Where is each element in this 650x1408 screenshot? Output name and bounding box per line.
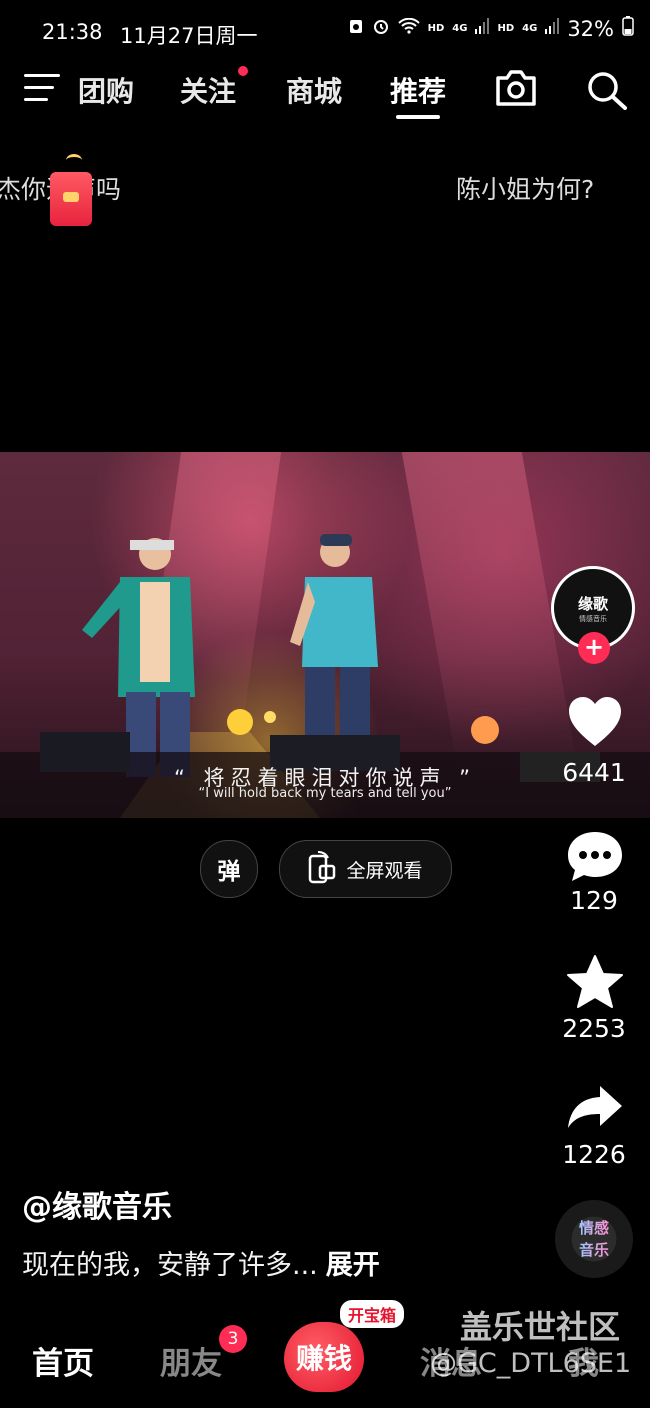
share-count: 1226 <box>562 1140 626 1169</box>
comment-count: 129 <box>570 886 618 915</box>
rotate-screen-icon <box>308 850 336 889</box>
avatar-subtitle: 情感音乐 <box>579 614 607 623</box>
post-caption: 现在的我，安静了许多... 展开 <box>22 1243 380 1282</box>
favorite-count: 2253 <box>562 1014 626 1043</box>
network-label: 4G <box>452 23 468 34</box>
active-tab-indicator <box>396 115 440 119</box>
network-label: 4G <box>522 23 538 34</box>
avatar-title: 缘歌 <box>577 594 608 613</box>
comment-icon[interactable] <box>566 830 624 886</box>
camera-icon[interactable] <box>494 68 538 112</box>
expand-link[interactable]: 展开 <box>326 1250 380 1281</box>
battery-percent: 32% <box>567 16 614 41</box>
fullscreen-button[interactable]: 全屏观看 <box>279 840 452 898</box>
like-count: 6441 <box>562 758 626 787</box>
status-time: 21:38 <box>42 20 103 44</box>
music-disc-label: 情感 <box>578 1219 609 1237</box>
trending-topic-right[interactable]: 陈小姐为何? <box>456 170 594 206</box>
alarm-icon <box>372 17 390 40</box>
red-envelope-icon[interactable] <box>50 172 92 226</box>
wifi-icon <box>397 17 420 39</box>
watermark-title: 盖乐世社区 <box>460 1308 621 1346</box>
status-icons: HD 4G HD 4G 32% <box>348 16 634 41</box>
tab-recommend[interactable]: 推荐 <box>390 70 446 110</box>
author-name[interactable]: @缘歌音乐 <box>22 1182 172 1226</box>
tab-mall[interactable]: 商城 <box>286 70 342 110</box>
notification-icon <box>348 17 364 40</box>
music-disc[interactable]: 情感 音乐 <box>555 1200 633 1278</box>
treasure-chest-label[interactable]: 开宝箱 <box>340 1300 405 1328</box>
search-icon[interactable] <box>586 70 628 114</box>
red-envelope-spark <box>66 154 82 167</box>
battery-icon <box>622 16 634 41</box>
friends-badge: 3 <box>219 1325 247 1353</box>
follow-button[interactable]: + <box>578 632 610 664</box>
share-icon[interactable] <box>566 1084 624 1134</box>
fullscreen-label: 全屏观看 <box>346 859 423 882</box>
watermark-handle: @GC_DTL6SE1 <box>430 1348 632 1379</box>
tab-friends[interactable]: 朋友 <box>160 1338 222 1383</box>
tab-groupbuy[interactable]: 团购 <box>76 70 134 110</box>
earn-button[interactable]: 赚钱 <box>284 1322 364 1392</box>
network-label: HD <box>497 23 515 34</box>
following-dot <box>238 66 248 76</box>
danmu-toggle-button[interactable]: 弹 <box>200 840 258 898</box>
music-disc-label: 音乐 <box>578 1241 609 1259</box>
star-icon[interactable] <box>566 954 624 1014</box>
tab-following[interactable]: 关注 <box>180 70 236 110</box>
lyric-english: “I will hold back my tears and tell you” <box>198 786 452 801</box>
signal-icon <box>475 18 490 39</box>
tab-home[interactable]: 首页 <box>32 1338 94 1383</box>
heart-icon[interactable] <box>567 696 623 752</box>
caption-text: 现在的我，安静了许多... <box>22 1250 318 1281</box>
menu-icon[interactable] <box>24 72 62 108</box>
signal-icon <box>545 18 560 39</box>
network-label: HD <box>427 23 445 34</box>
status-date: 11月27日周一 <box>120 24 258 48</box>
